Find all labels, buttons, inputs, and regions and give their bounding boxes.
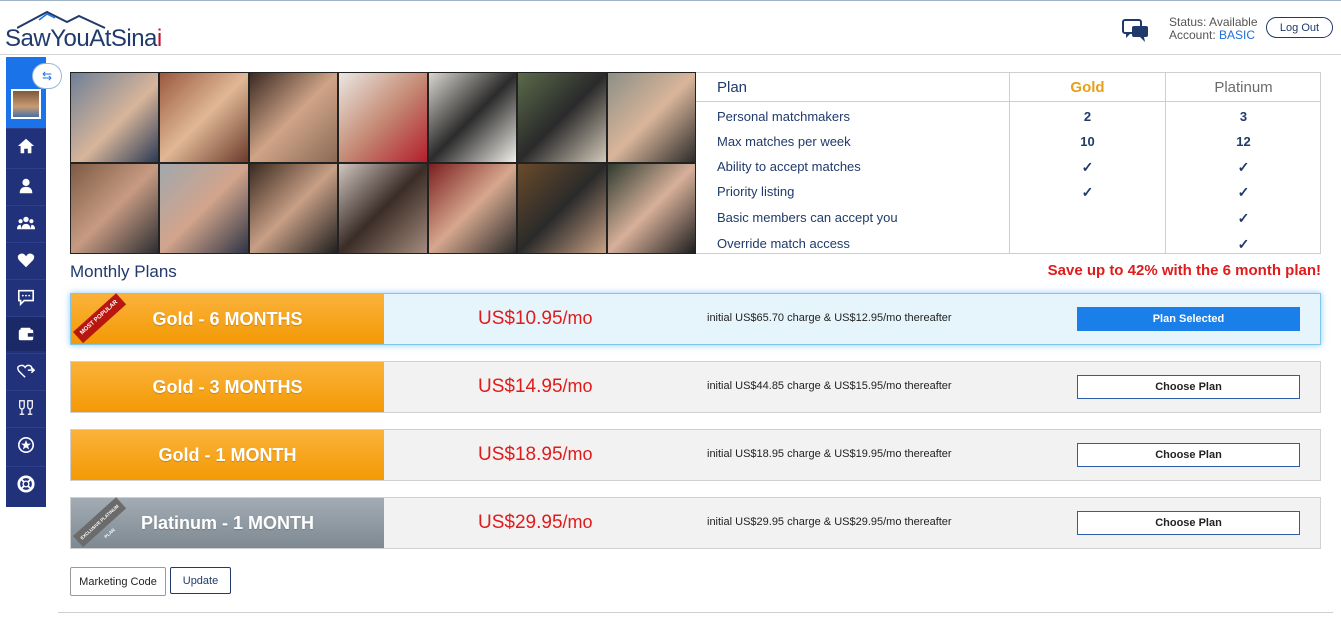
choose-plan-button[interactable]: Choose Plan — [1077, 443, 1300, 467]
plan-price: US$14.95/mo — [478, 376, 593, 397]
comparison-row: Personal matchmakers 2 3 — [696, 105, 1321, 130]
home-icon — [17, 138, 35, 154]
sidebar-toggle-icon[interactable]: ⇆ — [32, 63, 62, 89]
sidebar-item-success-stories[interactable] — [6, 390, 46, 425]
avatar[interactable] — [11, 89, 41, 119]
plan-selected-button[interactable]: Plan Selected — [1077, 307, 1300, 331]
toast-icon — [19, 400, 33, 415]
plan-comparison-table: Plan Gold Platinum Personal matchmakers … — [696, 72, 1321, 254]
plan-price: US$29.95/mo — [478, 512, 593, 533]
update-button[interactable]: Update — [170, 567, 231, 594]
comparison-row: Basic members can accept you ✓ — [696, 206, 1321, 231]
plan-name: Gold - 3 MONTHS — [71, 362, 384, 412]
comparison-row: Ability to accept matches ✓ ✓ — [696, 155, 1321, 180]
header-gold: Gold — [1070, 79, 1105, 96]
platinum-value: 3 — [1239, 109, 1248, 124]
star-circle-icon — [17, 436, 35, 454]
feature-label: Personal matchmakers — [717, 109, 850, 124]
choose-plan-button[interactable]: Choose Plan — [1077, 511, 1300, 535]
gold-value: 2 — [1083, 109, 1092, 124]
plan-price: US$18.95/mo — [478, 444, 593, 465]
user-icon — [19, 178, 33, 194]
feature-label: Priority listing — [717, 184, 795, 199]
sidebar-item-profile[interactable] — [6, 168, 46, 203]
platinum-check-icon: ✓ — [1237, 159, 1250, 175]
logo-text: SawYouAtSinai — [5, 25, 162, 52]
plan-row-gold-6-months[interactable]: Gold - 6 MONTHS MOST POPULAR US$10.95/mo… — [70, 293, 1321, 345]
savings-note: Save up to 42% with the 6 month plan! — [1047, 262, 1321, 279]
header-platinum: Platinum — [1214, 79, 1273, 96]
group-icon — [17, 216, 35, 230]
status-label: Status: — [1169, 15, 1207, 29]
plan-row-gold-1-month[interactable]: Gold - 1 MONTH US$18.95/mo initial US$18… — [70, 429, 1321, 481]
sidebar-item-recommend[interactable] — [6, 353, 46, 388]
gold-check-icon: ✓ — [1081, 184, 1094, 200]
heart-share-icon — [17, 364, 35, 378]
plan-description: initial US$18.95 charge & US$19.95/mo th… — [707, 448, 952, 460]
wallet-icon — [18, 327, 34, 341]
comparison-row: Max matches per week 10 12 — [696, 130, 1321, 155]
top-border — [0, 0, 1341, 4]
feature-label: Max matches per week — [717, 134, 851, 149]
platinum-check-icon: ✓ — [1237, 210, 1250, 226]
sidebar-item-favorites[interactable] — [6, 242, 46, 277]
account-value[interactable]: BASIC — [1219, 28, 1255, 42]
plan-description: initial US$44.85 charge & US$15.95/mo th… — [707, 380, 952, 392]
lifebuoy-icon — [17, 475, 35, 493]
marketing-code-button[interactable]: Marketing Code — [70, 567, 166, 596]
header-plan: Plan — [717, 79, 748, 96]
sidebar-item-premium[interactable] — [6, 427, 46, 462]
gold-value: 10 — [1080, 134, 1095, 149]
sidebar-item-help[interactable] — [6, 466, 46, 501]
site-logo[interactable]: SawYouAtSinai — [5, 8, 165, 52]
feature-label: Ability to accept matches — [717, 159, 861, 174]
feature-label: Basic members can accept you — [717, 210, 898, 225]
footer-divider — [58, 612, 1333, 613]
messages-icon[interactable] — [1122, 19, 1150, 43]
sidebar-item-messages[interactable] — [6, 279, 46, 314]
plan-description: initial US$65.70 charge & US$12.95/mo th… — [707, 312, 952, 324]
feature-label: Override match access — [717, 236, 850, 251]
couples-photo-collage — [70, 72, 696, 254]
plan-row-gold-3-months[interactable]: Gold - 3 MONTHS US$14.95/mo initial US$4… — [70, 361, 1321, 413]
sidebar-item-home[interactable] — [6, 128, 46, 163]
monthly-plans-title: Monthly Plans — [70, 262, 177, 281]
comparison-row: Override match access ✓ — [696, 232, 1321, 257]
plan-description: initial US$29.95 charge & US$29.95/mo th… — [707, 516, 952, 528]
logout-button[interactable]: Log Out — [1266, 17, 1333, 38]
comparison-row: Priority listing ✓ ✓ — [696, 180, 1321, 205]
choose-plan-button[interactable]: Choose Plan — [1077, 375, 1300, 399]
sidebar-item-billing[interactable] — [6, 316, 46, 351]
header-divider — [0, 54, 1341, 55]
sidebar-item-matches[interactable] — [6, 205, 46, 240]
account-label: Account: — [1169, 28, 1216, 42]
plan-price: US$10.95/mo — [478, 308, 593, 329]
platinum-check-icon: ✓ — [1237, 184, 1250, 200]
heart-icon — [17, 253, 35, 268]
platinum-check-icon: ✓ — [1237, 236, 1250, 252]
chat-bubble-icon — [17, 289, 35, 306]
plan-row-platinum-1-month[interactable]: Platinum - 1 MONTH EXCLUSIVE PLATINUM PL… — [70, 497, 1321, 549]
platinum-value: 12 — [1236, 134, 1251, 149]
plan-name: Gold - 1 MONTH — [71, 430, 384, 480]
account-status: Status: Available Account: BASIC — [1169, 16, 1258, 42]
gold-check-icon: ✓ — [1081, 159, 1094, 175]
status-value: Available — [1209, 15, 1258, 29]
